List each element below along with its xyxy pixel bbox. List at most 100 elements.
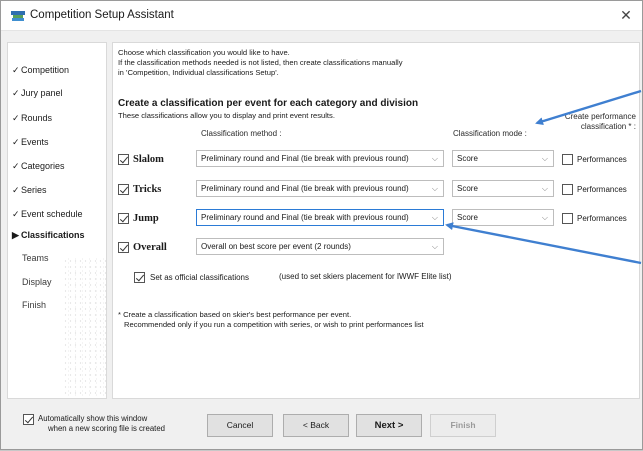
jump-mode-select[interactable]: Score ⌵: [452, 209, 554, 226]
event-label: Jump: [133, 212, 159, 224]
select-value: Preliminary round and Final (tie break w…: [201, 154, 409, 163]
chevron-down-icon: ⌵: [431, 242, 438, 251]
back-button[interactable]: < Back: [283, 414, 349, 437]
tricks-method-select[interactable]: Preliminary round and Final (tie break w…: [196, 180, 444, 197]
sidebar-item-label: Competition: [21, 65, 70, 75]
column-header-line: Create performance: [564, 112, 636, 121]
sidebar-item-label: Event schedule: [21, 209, 83, 219]
chevron-down-icon: ⌵: [541, 184, 548, 193]
finish-button: Finish: [430, 414, 496, 437]
official-classifications-checkbox[interactable]: Set as official classifications: [134, 270, 249, 284]
overall-method-select[interactable]: Overall on best score per event (2 round…: [196, 238, 444, 255]
intro-line: in 'Competition, Individual classificati…: [118, 68, 279, 77]
column-header-performance: Create performance classification * :: [558, 112, 636, 132]
sidebar-item-classifications[interactable]: ▶ Classifications: [12, 230, 85, 241]
checkbox-box: [134, 271, 145, 283]
close-button[interactable]: ✕: [614, 4, 638, 26]
sidebar-item-finish[interactable]: Finish: [22, 300, 46, 310]
check-icon: ✓: [12, 88, 20, 98]
jump-checkbox[interactable]: Jump: [118, 211, 178, 225]
auto-show-label: Automatically show this window when a ne…: [38, 414, 165, 434]
sidebar-item-competition[interactable]: ✓Competition: [12, 65, 69, 76]
checkbox-box: [118, 241, 129, 253]
sidebar-item-label: Teams: [22, 253, 49, 263]
footnote-line: Recommended only if you run a competitio…: [124, 320, 424, 329]
cancel-button[interactable]: Cancel: [207, 414, 273, 437]
classifications-panel: Choose which classification you would li…: [112, 42, 640, 399]
sidebar-item-label: Rounds: [21, 113, 53, 123]
event-label: Slalom: [133, 153, 164, 165]
event-label: Tricks: [133, 183, 162, 195]
check-icon: ✓: [12, 209, 20, 219]
select-value: Preliminary round and Final (tie break w…: [201, 184, 409, 193]
sidebar-item-series[interactable]: ✓Series: [12, 185, 47, 196]
sidebar-item-label: Events: [21, 137, 49, 147]
checkbox-box: [562, 153, 573, 165]
sidebar-item-rounds[interactable]: ✓Rounds: [12, 113, 52, 124]
column-header-mode: Classification mode :: [453, 129, 527, 138]
slalom-mode-select[interactable]: Score ⌵: [452, 150, 554, 167]
slalom-checkbox[interactable]: Slalom: [118, 152, 178, 166]
sidebar-item-label: Categories: [21, 161, 65, 171]
sidebar-item-label: Classifications: [21, 230, 85, 240]
title-bar: Competition Setup Assistant ✕: [1, 1, 642, 31]
official-label: Set as official classifications: [150, 272, 250, 282]
checkbox-box: [118, 153, 129, 165]
sidebar-item-display[interactable]: Display: [22, 277, 52, 287]
intro-line: If the classification methods needed is …: [118, 58, 403, 67]
sidebar-item-event-schedule[interactable]: ✓Event schedule: [12, 209, 83, 220]
tricks-mode-select[interactable]: Score ⌵: [452, 180, 554, 197]
sidebar-item-label: Display: [22, 277, 52, 287]
intro-text: Choose which classification you would li…: [118, 48, 403, 78]
jump-method-select[interactable]: Preliminary round and Final (tie break w…: [196, 209, 444, 226]
checkbox-box: [118, 183, 129, 195]
auto-show-line: when a new scoring file is created: [48, 424, 166, 433]
check-icon: ✓: [12, 137, 20, 147]
sidebar-decoration: [63, 258, 106, 398]
event-label: Overall: [133, 241, 167, 253]
sidebar-item-categories[interactable]: ✓Categories: [12, 161, 65, 172]
performances-label: Performances: [577, 154, 627, 164]
competition-setup-window: Competition Setup Assistant ✕ ✓Competiti…: [0, 0, 643, 450]
wizard-steps-sidebar: ✓Competition ✓Jury panel ✓Rounds ✓Events…: [7, 42, 107, 399]
sidebar-item-label: Series: [21, 185, 47, 195]
sidebar-item-teams[interactable]: Teams: [22, 253, 49, 263]
section-title: Create a classification per event for ea…: [118, 98, 419, 109]
slalom-performances-checkbox[interactable]: Performances: [562, 152, 627, 166]
check-icon: ✓: [12, 161, 20, 171]
select-value: Overall on best score per event (2 round…: [201, 242, 351, 251]
sidebar-item-jury-panel[interactable]: ✓Jury panel: [12, 88, 63, 99]
column-header-line: classification * :: [580, 122, 636, 131]
checkbox-box: [23, 414, 34, 425]
check-icon: ✓: [12, 65, 20, 75]
chevron-down-icon: ⌵: [541, 154, 548, 163]
footnote-line: * Create a classification based on skier…: [118, 310, 352, 319]
performances-label: Performances: [577, 184, 627, 194]
next-button[interactable]: Next >: [356, 414, 422, 437]
performances-label: Performances: [577, 213, 627, 223]
checkbox-box: [562, 183, 573, 195]
tricks-checkbox[interactable]: Tricks: [118, 182, 178, 196]
app-icon: [11, 11, 25, 21]
window-title: Competition Setup Assistant: [30, 9, 174, 21]
column-header-method: Classification method :: [201, 129, 282, 138]
sidebar-item-events[interactable]: ✓Events: [12, 137, 49, 148]
intro-line: Choose which classification you would li…: [118, 48, 290, 57]
official-note: (used to set skiers placement for IWWF E…: [279, 272, 452, 281]
slalom-method-select[interactable]: Preliminary round and Final (tie break w…: [196, 150, 444, 167]
auto-show-checkbox[interactable]: Automatically show this window when a ne…: [23, 414, 165, 434]
select-value: Score: [457, 213, 478, 222]
overall-checkbox[interactable]: Overall: [118, 240, 178, 254]
chevron-down-icon: ⌵: [431, 154, 438, 163]
check-icon: ✓: [12, 113, 20, 123]
select-value: Score: [457, 184, 478, 193]
chevron-down-icon: ⌵: [541, 213, 548, 222]
sidebar-item-label: Jury panel: [21, 88, 63, 98]
chevron-down-icon: ⌵: [431, 184, 438, 193]
tricks-performances-checkbox[interactable]: Performances: [562, 182, 627, 196]
checkbox-box: [562, 212, 573, 224]
jump-performances-checkbox[interactable]: Performances: [562, 211, 627, 225]
checkbox-box: [118, 212, 129, 224]
sidebar-item-label: Finish: [22, 300, 47, 310]
select-value: Score: [457, 154, 478, 163]
